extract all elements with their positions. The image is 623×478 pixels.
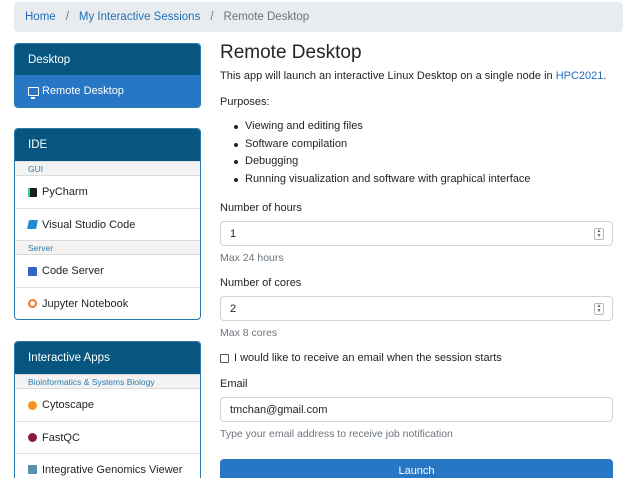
sidebar-item-label: Code Server bbox=[42, 265, 104, 277]
email-label: Email bbox=[220, 378, 248, 390]
hours-stepper[interactable]: ▲ ▼ bbox=[594, 228, 604, 240]
cores-input[interactable]: 2 ▲ ▼ bbox=[220, 296, 613, 321]
desktop-panel-header: Desktop bbox=[15, 44, 200, 75]
cores-label: Number of cores bbox=[220, 277, 302, 289]
email-notify-label[interactable]: I would like to receive an email when th… bbox=[234, 352, 502, 364]
sidebar-item-fastqc[interactable]: FastQC bbox=[15, 421, 200, 453]
main-content: Remote Desktop This app will launch an i… bbox=[220, 42, 613, 440]
sidebar-item-jupyter[interactable]: Jupyter Notebook bbox=[15, 287, 200, 319]
ide-panel-header: IDE bbox=[15, 129, 200, 161]
sidebar-item-igv[interactable]: Integrative Genomics Viewer bbox=[15, 453, 200, 478]
sidebar-item-label: Cytoscape bbox=[42, 399, 94, 411]
email-value: tmchan@gmail.com bbox=[230, 403, 328, 416]
list-item: Debugging bbox=[234, 155, 613, 173]
email-notify-checkbox[interactable] bbox=[220, 353, 229, 363]
sidebar-item-label: Remote Desktop bbox=[42, 85, 124, 97]
breadcrumb-separator: / bbox=[210, 11, 214, 23]
fastqc-icon bbox=[28, 433, 37, 442]
sidebar-item-code-server[interactable]: Code Server bbox=[15, 255, 200, 287]
hours-help: Max 24 hours bbox=[220, 252, 284, 264]
sidebar-item-label: Integrative Genomics Viewer bbox=[42, 463, 183, 476]
cytoscape-icon bbox=[28, 400, 37, 410]
breadcrumb-current: Remote Desktop bbox=[223, 11, 310, 23]
cores-help: Max 8 cores bbox=[220, 327, 278, 339]
sidebar-item-label: FastQC bbox=[42, 431, 80, 444]
list-item: Running visualization and software with … bbox=[234, 173, 613, 191]
breadcrumb-separator: / bbox=[65, 11, 69, 23]
apps-panel: Interactive Apps Bioinformatics & System… bbox=[14, 341, 201, 478]
vscode-icon bbox=[27, 220, 38, 229]
chevron-down-icon[interactable]: ▼ bbox=[597, 234, 602, 239]
hours-label: Number of hours bbox=[220, 202, 302, 214]
jupyter-icon bbox=[28, 299, 37, 308]
purposes-list: Viewing and editing files Software compi… bbox=[234, 120, 613, 190]
group-label-server: Server bbox=[15, 240, 200, 255]
desktop-panel: Desktop Remote Desktop bbox=[14, 43, 201, 108]
monitor-icon bbox=[28, 86, 39, 99]
sidebar-item-label: Jupyter Notebook bbox=[42, 297, 129, 310]
sidebar-item-label: Visual Studio Code bbox=[42, 218, 136, 231]
group-label-gui: GUI bbox=[15, 161, 200, 176]
sidebar-item-label: PyCharm bbox=[42, 186, 88, 198]
email-help: Type your email address to receive job n… bbox=[220, 428, 453, 440]
intro-text: This app will launch an interactive Linu… bbox=[220, 70, 613, 82]
breadcrumb-sessions-link[interactable]: My Interactive Sessions bbox=[79, 11, 200, 23]
apps-panel-header: Interactive Apps bbox=[15, 342, 200, 374]
chevron-down-icon[interactable]: ▼ bbox=[597, 309, 602, 314]
breadcrumb-home-link[interactable]: Home bbox=[25, 11, 56, 23]
igv-icon bbox=[28, 465, 37, 474]
sidebar-item-cytoscape[interactable]: Cytoscape bbox=[15, 389, 200, 421]
purposes-title: Purposes: bbox=[220, 96, 270, 108]
page-title: Remote Desktop bbox=[220, 42, 362, 63]
email-field[interactable]: tmchan@gmail.com bbox=[220, 397, 613, 422]
ide-panel: IDE GUI PyCharm Visual Studio Code Serve… bbox=[14, 128, 201, 320]
cores-stepper[interactable]: ▲ ▼ bbox=[594, 303, 604, 315]
hours-value: 1 bbox=[230, 227, 237, 240]
intro-text-end: . bbox=[603, 70, 607, 82]
list-item: Viewing and editing files bbox=[234, 120, 613, 138]
intro-text-body: This app will launch an interactive Linu… bbox=[220, 70, 556, 82]
sidebar-item-pycharm[interactable]: PyCharm bbox=[15, 176, 200, 208]
group-label-bioinformatics: Bioinformatics & Systems Biology bbox=[15, 374, 200, 389]
email-notify-row[interactable]: I would like to receive an email when th… bbox=[220, 352, 613, 364]
hpc-link[interactable]: HPC2021 bbox=[556, 70, 604, 82]
sidebar-item-vscode[interactable]: Visual Studio Code bbox=[15, 208, 200, 240]
code-server-icon bbox=[28, 266, 37, 276]
list-item: Software compilation bbox=[234, 138, 613, 156]
hours-input[interactable]: 1 ▲ ▼ bbox=[220, 221, 613, 246]
breadcrumb: Home / My Interactive Sessions / Remote … bbox=[14, 2, 623, 32]
pycharm-icon bbox=[28, 187, 37, 197]
cores-value: 2 bbox=[230, 302, 237, 315]
sidebar-item-remote-desktop[interactable]: Remote Desktop bbox=[15, 75, 200, 107]
launch-button[interactable]: Launch bbox=[220, 459, 613, 478]
